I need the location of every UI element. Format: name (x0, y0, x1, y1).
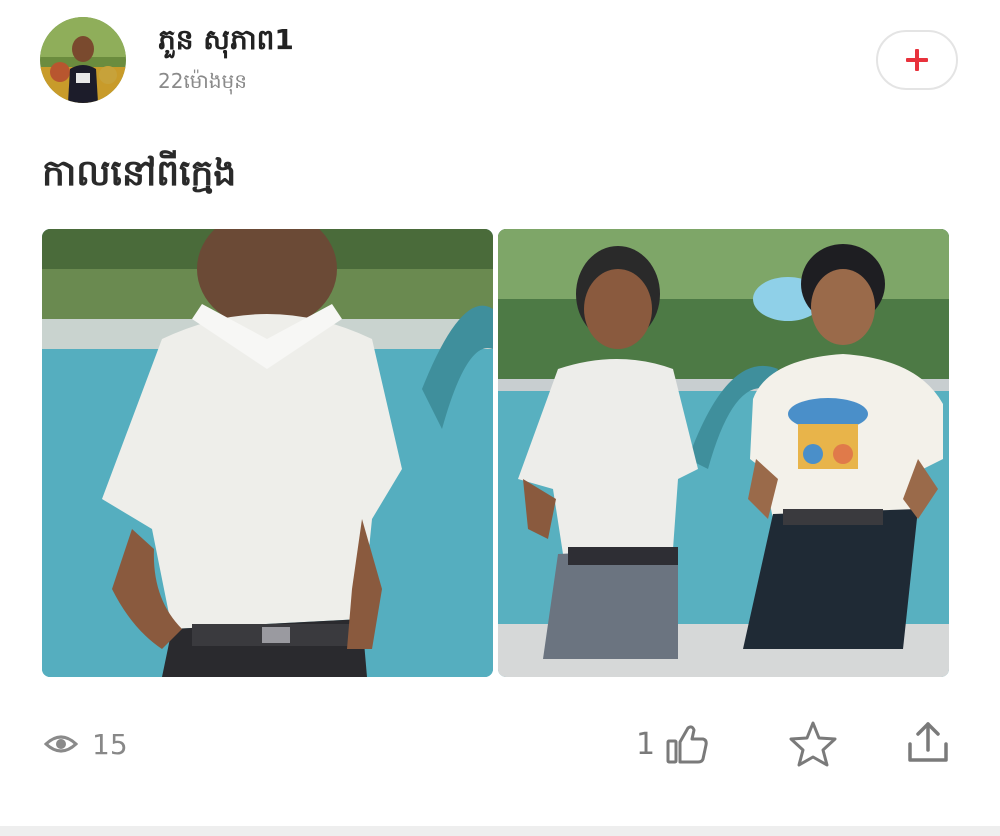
eye-icon (44, 735, 78, 753)
like-button[interactable]: 1 (636, 722, 709, 766)
star-icon (789, 721, 837, 767)
post-photo-1[interactable] (42, 229, 493, 677)
avatar-image (40, 17, 126, 103)
view-count: 15 (44, 726, 128, 762)
share-upload-icon (908, 722, 948, 762)
post-photo-2[interactable] (498, 229, 949, 677)
plus-icon (906, 49, 928, 71)
follow-button[interactable] (876, 30, 958, 90)
author-avatar[interactable] (40, 17, 126, 103)
view-count-value: 15 (92, 727, 128, 761)
photo-image (498, 229, 949, 677)
divider (0, 826, 1000, 836)
post-text: កាលនៅពីក្មេង (42, 153, 237, 194)
post-timestamp: 22ម៉ោងមុន (158, 69, 247, 93)
share-button[interactable] (905, 720, 951, 770)
photo-image (42, 229, 493, 677)
like-count: 1 (636, 726, 656, 762)
author-name[interactable]: ភួន សុភាព1 (158, 22, 294, 63)
favorite-button[interactable] (788, 720, 838, 772)
thumbs-up-icon[interactable] (665, 723, 709, 765)
